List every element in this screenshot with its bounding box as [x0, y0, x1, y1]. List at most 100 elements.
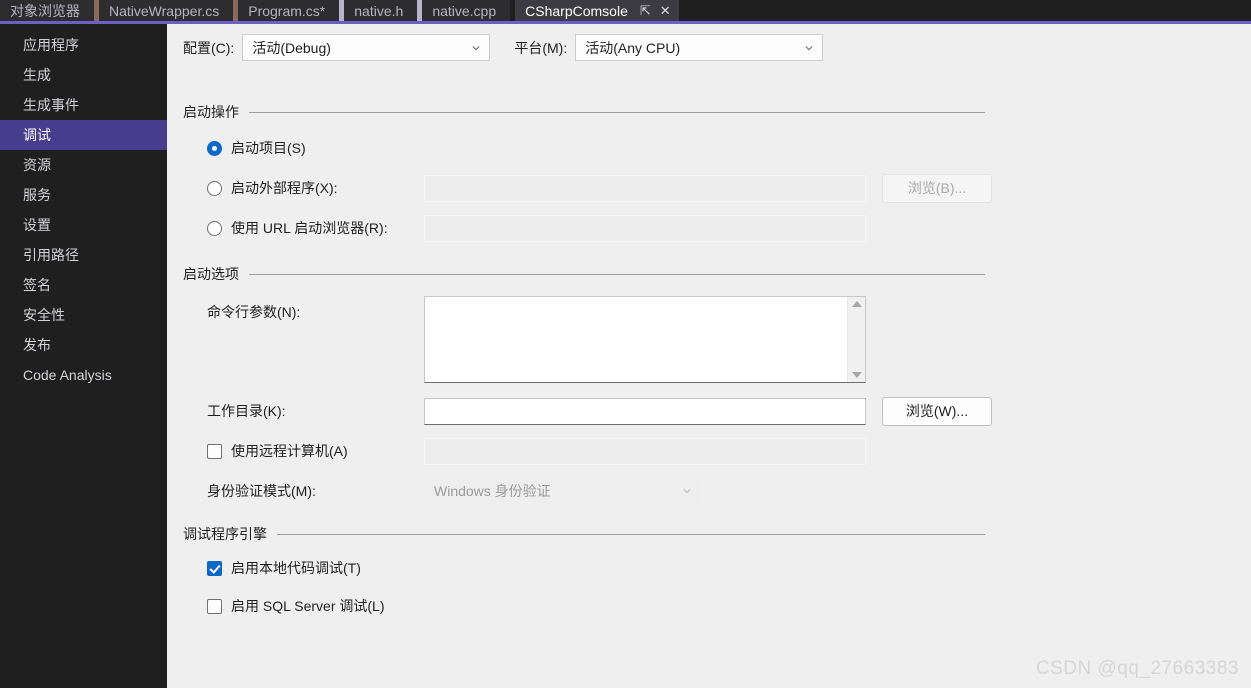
chevron-down-icon: [472, 45, 480, 50]
tab-object-browser[interactable]: 对象浏览器: [0, 0, 94, 21]
debugger-engines-rows: 启用本地代码调试(T) 启用 SQL Server 调试(L): [183, 556, 985, 618]
tab-csharpcomsole[interactable]: CSharpComsole ⇱ ✕: [515, 0, 679, 21]
start-action-title: 启动操作: [183, 104, 239, 120]
remote-machine-row: 使用远程计算机(A): [183, 437, 992, 465]
start-options-group: 启动选项 命令行参数(N): 工作目录(K): 浏览(W)... 使用远程计算机…: [183, 264, 992, 517]
checkbox-indicator: [207, 443, 222, 459]
authentication-mode-value: Windows 身份验证: [434, 483, 551, 499]
sidebar-item-label: 服务: [23, 187, 51, 203]
sidebar-item-security[interactable]: 安全性: [0, 300, 167, 330]
debugger-engines-group: 调试程序引擎 启用本地代码调试(T) 启用 SQL Server 调试(L): [183, 524, 985, 630]
sidebar-item-label: 发布: [23, 337, 51, 353]
radio-start-external-program[interactable]: 启动外部程序(X):: [183, 178, 409, 198]
configuration-value: 活动(Debug): [252, 39, 331, 56]
start-options-group-header: 启动选项: [183, 264, 985, 284]
command-line-args-row: 命令行参数(N):: [183, 296, 992, 383]
sidebar-item-settings[interactable]: 设置: [0, 210, 167, 240]
editor-tab-strip: 对象浏览器 NativeWrapper.cs Program.cs* nativ…: [0, 0, 1251, 21]
csdn-watermark: CSDN @qq_27663383: [1035, 658, 1239, 679]
remote-machine-input[interactable]: [424, 437, 866, 465]
tab-label: native.cpp: [432, 2, 497, 19]
command-line-args-label: 命令行参数(N):: [207, 304, 301, 320]
browser-url-input[interactable]: [424, 214, 866, 242]
start-action-rows: 启动项目(S) 启动外部程序(X): 浏览(B)... 使用 URL 启动浏览器…: [183, 134, 992, 242]
sidebar-item-debug[interactable]: 调试: [0, 120, 176, 150]
tab-label: CSharpComsole: [525, 2, 628, 19]
debugger-engines-group-header: 调试程序引擎: [183, 524, 985, 544]
radio-label: 使用 URL 启动浏览器(R):: [231, 220, 388, 236]
checkbox-enable-sql-server-debugging[interactable]: 启用 SQL Server 调试(L): [183, 596, 385, 616]
working-directory-input[interactable]: [424, 397, 866, 425]
tab-actions: ⇱ ✕: [640, 4, 671, 17]
start-action-group: 启动操作 启动项目(S) 启动外部程序(X): 浏览(B)... 使用 URL …: [183, 102, 992, 254]
debug-properties-pane: 配置(C): 活动(Debug) 平台(M): 活动(Any CPU) 启动操作: [167, 24, 1251, 688]
scroll-down-arrow-icon[interactable]: [851, 372, 862, 378]
start-action-group-header: 启动操作: [183, 102, 985, 122]
native-debug-row: 启用本地代码调试(T): [183, 556, 985, 580]
tab-native-h[interactable]: native.h: [344, 0, 418, 21]
sidebar-item-label: 生成事件: [23, 97, 79, 113]
platform-value: 活动(Any CPU): [585, 39, 681, 56]
sidebar-item-application[interactable]: 应用程序: [0, 30, 167, 60]
sidebar-item-label: 安全性: [23, 307, 65, 323]
tab-label: 对象浏览器: [10, 2, 80, 19]
sidebar-item-build[interactable]: 生成: [0, 60, 167, 90]
sidebar-item-publish[interactable]: 发布: [0, 330, 167, 360]
radio-label: 启动项目(S): [231, 140, 306, 156]
sql-debug-row: 启用 SQL Server 调试(L): [183, 594, 985, 618]
sidebar-item-label: 调试: [23, 127, 51, 143]
browse-working-directory-button[interactable]: 浏览(W)...: [882, 396, 992, 426]
sidebar-item-label: 应用程序: [23, 37, 79, 53]
checkbox-enable-native-debugging[interactable]: 启用本地代码调试(T): [183, 558, 361, 578]
properties-sidebar: 应用程序 生成 生成事件 调试 资源 服务 设置 引用路径 签名 安全性 发布: [0, 24, 176, 688]
command-line-args-input[interactable]: [425, 297, 847, 382]
working-directory-label: 工作目录(K):: [207, 403, 286, 419]
start-project-row: 启动项目(S): [183, 134, 992, 162]
sidebar-item-resources[interactable]: 资源: [0, 150, 167, 180]
checkbox-label: 启用本地代码调试(T): [231, 560, 361, 576]
scroll-up-arrow-icon[interactable]: [851, 301, 862, 307]
sidebar-item-reference-paths[interactable]: 引用路径: [0, 240, 167, 270]
working-directory-row: 工作目录(K): 浏览(W)...: [183, 396, 992, 426]
checkbox-label: 启用 SQL Server 调试(L): [231, 598, 385, 614]
sidebar-item-build-events[interactable]: 生成事件: [0, 90, 167, 120]
configuration-dropdown[interactable]: 活动(Debug): [242, 34, 491, 61]
radio-indicator: [207, 180, 222, 196]
pin-icon[interactable]: ⇱: [640, 4, 651, 17]
tab-strip-filler: [678, 0, 1251, 21]
close-icon[interactable]: ✕: [660, 4, 671, 17]
group-divider: [249, 273, 985, 275]
group-divider: [277, 533, 985, 535]
checkbox-indicator: [207, 598, 222, 614]
platform-dropdown[interactable]: 活动(Any CPU): [575, 34, 824, 61]
radio-start-browser-url[interactable]: 使用 URL 启动浏览器(R):: [183, 218, 409, 238]
group-divider: [249, 111, 985, 113]
command-line-args-scrollbar[interactable]: [847, 297, 865, 382]
radio-label: 启动外部程序(X):: [231, 180, 338, 196]
browse-external-program-button[interactable]: 浏览(B)...: [882, 173, 992, 203]
sidebar-item-services[interactable]: 服务: [0, 180, 167, 210]
authentication-mode-row: 身份验证模式(M): Windows 身份验证: [183, 477, 992, 505]
tab-label: native.h: [354, 2, 404, 19]
sidebar-item-label: 生成: [23, 67, 51, 83]
project-properties-window: 对象浏览器 NativeWrapper.cs Program.cs* nativ…: [0, 0, 1251, 688]
tab-nativewrapper-cs[interactable]: NativeWrapper.cs: [99, 0, 234, 21]
tab-label: NativeWrapper.cs: [109, 2, 220, 19]
sidebar-item-code-analysis[interactable]: Code Analysis: [0, 360, 167, 390]
sidebar-item-label: 资源: [23, 157, 51, 173]
tab-program-cs[interactable]: Program.cs*: [238, 0, 340, 21]
sidebar-item-label: 引用路径: [23, 247, 79, 263]
platform-label: 平台(M):: [514, 39, 568, 56]
checkbox-use-remote-machine[interactable]: 使用远程计算机(A): [183, 441, 409, 461]
chevron-down-icon: [805, 45, 813, 50]
start-options-rows: 命令行参数(N): 工作目录(K): 浏览(W)... 使用远程计算机(A) 身…: [183, 296, 992, 505]
radio-indicator: [207, 220, 222, 236]
tab-label: Program.cs*: [248, 2, 326, 19]
radio-start-project[interactable]: 启动项目(S): [183, 138, 409, 158]
authentication-mode-dropdown[interactable]: Windows 身份验证: [424, 477, 701, 505]
external-program-input[interactable]: [424, 174, 866, 202]
chevron-down-icon: [683, 489, 691, 494]
tab-native-cpp[interactable]: native.cpp: [422, 0, 511, 21]
sidebar-item-signing[interactable]: 签名: [0, 270, 167, 300]
authentication-mode-label: 身份验证模式(M):: [207, 483, 316, 499]
